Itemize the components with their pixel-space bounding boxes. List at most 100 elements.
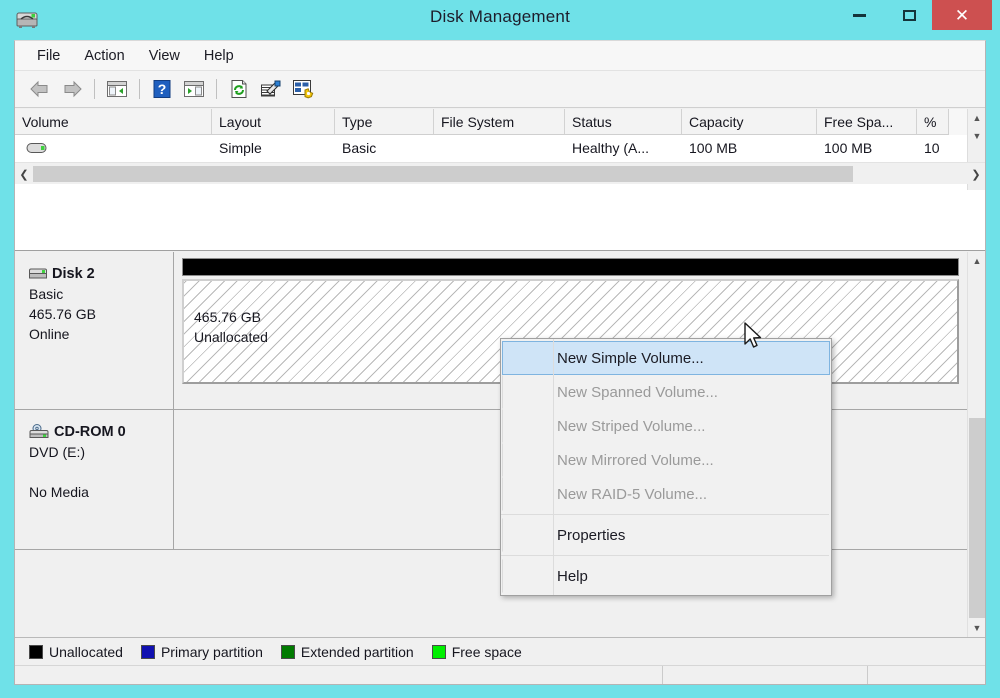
toolbar-separator — [94, 79, 95, 99]
menu-item-new-mirrored-volume: New Mirrored Volume... — [502, 443, 830, 477]
toolbar-separator — [216, 79, 217, 99]
left-arrow-icon — [30, 80, 48, 98]
volume-list-header: Volume Layout Type File System Status Ca… — [15, 109, 985, 135]
menu-item-properties[interactable]: Properties — [502, 518, 830, 552]
legend-swatch — [140, 644, 155, 659]
legend-item-free-space: Free space — [431, 643, 522, 660]
column-header-layout[interactable]: Layout — [212, 109, 335, 135]
column-header-capacity[interactable]: Capacity — [682, 109, 817, 135]
column-header-type[interactable]: Type — [335, 109, 434, 135]
legend-label: Extended partition — [300, 643, 414, 660]
context-menu: New Simple Volume... New Spanned Volume.… — [500, 338, 832, 596]
legend-swatch — [280, 644, 295, 659]
scroll-left-arrow-icon[interactable]: ❮ — [15, 163, 33, 185]
properties-icon — [261, 80, 281, 97]
menu-item-new-spanned-volume: New Spanned Volume... — [502, 375, 830, 409]
disk-drive-icon — [29, 268, 47, 279]
legend-item-unallocated: Unallocated — [29, 644, 123, 660]
vertical-scroll-thumb[interactable] — [969, 418, 985, 618]
disk-info-disk-2[interactable]: Disk 2 Basic 465.76 GB Online — [15, 252, 174, 409]
minimize-icon — [852, 13, 866, 17]
disk-type: Basic — [29, 286, 64, 302]
legend-item-extended-partition: Extended partition — [280, 643, 414, 660]
volume-list-horizontal-scrollbar[interactable]: ❮ ❯ — [15, 162, 985, 184]
status-pane-left — [15, 666, 663, 684]
properties-button[interactable] — [256, 75, 286, 103]
volume-list-view: Volume Layout Type File System Status Ca… — [15, 109, 985, 251]
disk-type: DVD (E:) — [29, 444, 85, 460]
disk-capacity: 465.76 GB — [29, 306, 96, 322]
disk-title: CD-ROM 0 — [29, 422, 173, 442]
disk-status: Online — [29, 326, 70, 342]
cell-percent: 10 — [924, 140, 940, 156]
maximize-button[interactable] — [886, 0, 932, 30]
refresh-button[interactable] — [224, 75, 254, 103]
scroll-right-arrow-icon[interactable]: ❯ — [967, 163, 985, 185]
partition-state: Unallocated — [194, 329, 268, 345]
close-icon: ✕ — [954, 5, 970, 25]
column-header-free-space[interactable]: Free Spa... — [817, 109, 917, 135]
legend-label: Free space — [451, 643, 522, 660]
status-pane-right — [868, 666, 985, 684]
client-area: File Action View Help ? Volume Layout Ty… — [14, 40, 986, 685]
volume-list-body: Simple Basic Healthy (A... 100 MB 100 MB… — [15, 135, 967, 162]
forward-button[interactable] — [57, 75, 87, 103]
help-button[interactable]: ? — [147, 75, 177, 103]
cell-volume — [15, 141, 212, 155]
column-header-file-system[interactable]: File System — [434, 109, 565, 135]
cell-free-space: 100 MB — [824, 140, 873, 156]
disk-view-vertical-scrollbar[interactable]: ▲ ▼ — [967, 252, 985, 637]
disk-status: No Media — [29, 484, 89, 500]
close-button[interactable]: ✕ — [932, 0, 992, 30]
column-header-percent[interactable]: % — [917, 109, 949, 135]
legend-label: Unallocated — [49, 643, 123, 660]
show-hide-action-pane-button[interactable] — [179, 75, 209, 103]
context-menu-separator — [501, 514, 829, 515]
rescan-disks-button[interactable] — [288, 75, 318, 103]
refresh-icon — [231, 80, 247, 98]
menu-item-new-simple-volume[interactable]: New Simple Volume... — [502, 341, 830, 375]
back-button[interactable] — [25, 75, 55, 103]
title-bar: Disk Management ✕ — [0, 0, 1000, 38]
disk-name: CD-ROM 0 — [54, 424, 126, 440]
legend-swatch — [431, 644, 446, 659]
status-bar — [15, 665, 985, 684]
partition-size: 465.76 GB — [194, 309, 261, 325]
disk-name: Disk 2 — [52, 266, 95, 282]
disk-management-window: Disk Management ✕ File Action View Help — [0, 0, 1000, 698]
legend-label: Primary partition — [160, 643, 263, 660]
cell-type: Basic — [342, 140, 377, 156]
legend-item-primary-partition: Primary partition — [140, 643, 263, 660]
status-pane-middle — [663, 666, 868, 684]
scroll-down-arrow-icon[interactable]: ▼ — [968, 619, 985, 637]
minimize-button[interactable] — [836, 0, 882, 30]
question-mark-icon: ? — [153, 80, 171, 98]
menu-action[interactable]: Action — [72, 44, 136, 68]
mouse-cursor — [744, 322, 762, 348]
legend: Unallocated Primary partition Extended p… — [15, 637, 985, 665]
disk-header-strip — [182, 258, 959, 276]
menu-help[interactable]: Help — [192, 44, 246, 68]
cell-capacity: 100 MB — [689, 140, 738, 156]
column-header-status[interactable]: Status — [565, 109, 682, 135]
scroll-down-arrow-icon[interactable]: ▼ — [968, 127, 986, 145]
disk-title: Disk 2 — [29, 264, 173, 284]
scroll-up-arrow-icon[interactable]: ▲ — [968, 109, 986, 127]
disk-capacity-spacer — [29, 462, 173, 482]
right-arrow-icon — [64, 80, 82, 98]
toolbar-separator — [139, 79, 140, 99]
disk-info-cdrom-0[interactable]: CD-ROM 0 DVD (E:) No Media — [15, 410, 174, 549]
menu-item-help[interactable]: Help — [502, 559, 830, 593]
horizontal-scroll-thumb[interactable] — [33, 166, 853, 182]
context-menu-separator — [501, 555, 829, 556]
column-header-volume[interactable]: Volume — [15, 109, 212, 135]
menu-view[interactable]: View — [137, 44, 192, 68]
cell-layout: Simple — [219, 140, 262, 156]
table-row[interactable]: Simple Basic Healthy (A... 100 MB 100 MB… — [15, 135, 967, 161]
scroll-up-arrow-icon[interactable]: ▲ — [968, 252, 985, 270]
rescan-disks-icon — [293, 80, 314, 99]
console-tree-icon — [107, 81, 127, 97]
show-hide-console-tree-button[interactable] — [102, 75, 132, 103]
menu-file[interactable]: File — [25, 44, 72, 68]
cell-status: Healthy (A... — [572, 140, 650, 156]
